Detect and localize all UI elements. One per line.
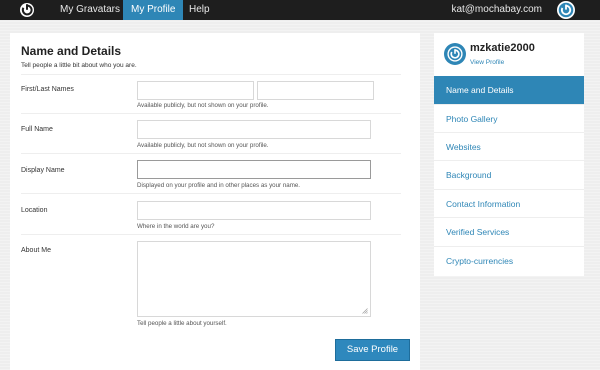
sidebar-item-photo-gallery[interactable]: Photo Gallery <box>434 104 584 132</box>
location-hint: Where in the world are you? <box>137 223 215 230</box>
panel-title: Name and Details <box>21 44 122 58</box>
gravatar-avatar-icon[interactable] <box>443 42 467 66</box>
gravatar-logo-icon[interactable] <box>19 2 35 18</box>
full-name-input[interactable] <box>137 120 371 139</box>
about-me-hint: Tell people a little about yourself. <box>137 320 227 327</box>
resize-grip-icon[interactable] <box>362 308 368 314</box>
location-label: Location <box>21 207 48 214</box>
display-name-hint: Displayed on your profile and in other p… <box>137 182 301 189</box>
divider <box>21 74 401 75</box>
display-name-input[interactable] <box>137 160 371 179</box>
divider <box>21 234 401 235</box>
first-last-hint: Available publicly, but not shown on you… <box>137 102 269 109</box>
sidebar-item-background[interactable]: Background <box>434 160 584 188</box>
sidebar-item-verified-services[interactable]: Verified Services <box>434 217 584 245</box>
name-and-details-panel: Name and Details Tell people a little bi… <box>10 33 420 370</box>
sidebar-item-crypto-currencies[interactable]: Crypto-currencies <box>434 246 584 274</box>
location-input[interactable] <box>137 201 371 220</box>
last-name-input[interactable] <box>257 81 374 100</box>
about-me-label: About Me <box>21 247 51 254</box>
profile-sidebar: mzkatie2000 View Profile Name and Detail… <box>434 33 584 276</box>
nav-help[interactable]: Help <box>181 0 218 20</box>
first-name-input[interactable] <box>137 81 254 100</box>
divider <box>21 113 401 114</box>
sidebar-item-contact-information[interactable]: Contact Information <box>434 189 584 217</box>
account-email[interactable]: kat@mochabay.com <box>451 0 542 20</box>
top-navigation-bar: My Gravatars My Profile Help kat@mochaba… <box>0 0 600 20</box>
view-profile-link[interactable]: View Profile <box>470 59 504 66</box>
first-last-names-label: First/Last Names <box>21 86 74 93</box>
divider <box>21 153 401 154</box>
account-avatar-icon[interactable] <box>556 0 576 20</box>
save-profile-button[interactable]: Save Profile <box>335 339 410 361</box>
nav-my-profile[interactable]: My Profile <box>123 0 184 20</box>
full-name-hint: Available publicly, but not shown on you… <box>137 142 269 149</box>
nav-my-gravatars[interactable]: My Gravatars <box>52 0 128 20</box>
display-name-label: Display Name <box>21 167 65 174</box>
about-me-textarea[interactable] <box>137 241 371 317</box>
full-name-label: Full Name <box>21 126 53 133</box>
sidebar-item-websites[interactable]: Websites <box>434 132 584 160</box>
sidebar-item-name-and-details[interactable]: Name and Details <box>434 76 584 104</box>
divider <box>21 193 401 194</box>
panel-subtitle: Tell people a little bit about who you a… <box>21 62 137 69</box>
sidebar-username: mzkatie2000 <box>470 42 535 54</box>
